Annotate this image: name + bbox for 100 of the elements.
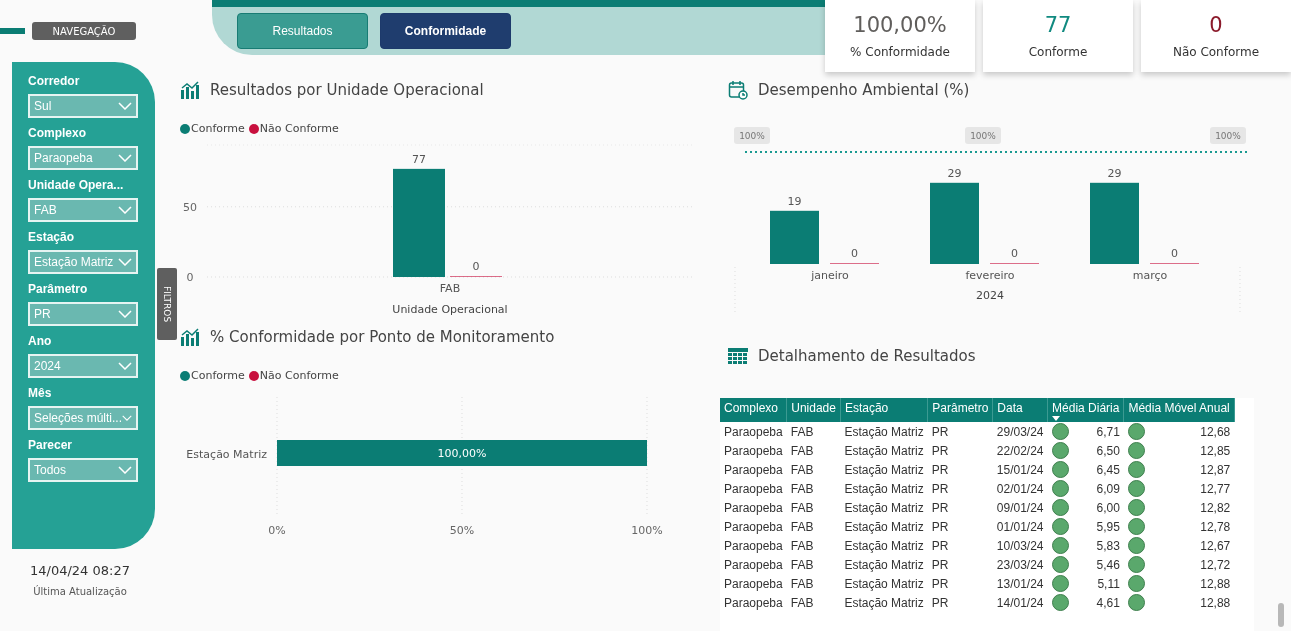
status-dot-icon xyxy=(1127,461,1145,478)
data-label: 29 xyxy=(1107,166,1122,180)
filter-label: Corredor xyxy=(28,74,81,88)
data-label: 29 xyxy=(947,166,962,180)
axis-label: 50 xyxy=(183,200,197,214)
table-cell: 5,11 xyxy=(1097,576,1120,591)
table-cell-text: FAB xyxy=(789,518,815,536)
annotation-label: 100% xyxy=(965,127,1001,144)
table-cell-text: FAB xyxy=(789,499,815,517)
status-dot-icon xyxy=(1051,518,1069,535)
data-label: 0 xyxy=(472,260,480,274)
bar-chart-icon xyxy=(180,328,200,346)
chevron-down-icon xyxy=(118,362,132,370)
filter-label: Parecer xyxy=(28,438,74,452)
kpi-value: 100,00% xyxy=(853,13,947,37)
chevron-down-icon xyxy=(118,466,132,474)
table-cell-text: Paraopeba xyxy=(723,499,784,517)
filter-label: Unidade Opera... xyxy=(28,178,125,192)
page-tab[interactable]: Conformidade xyxy=(380,13,511,49)
table-cell: 5,95 xyxy=(1096,519,1120,534)
chevron-down-icon xyxy=(118,258,132,266)
legend-dot xyxy=(180,123,190,134)
table-cell-text: Estação Matriz xyxy=(843,461,925,479)
chart-title: Desempenho Ambiental (%) xyxy=(758,81,970,99)
table-cell: 12,82 xyxy=(1200,500,1231,515)
table-cell-text: FAB xyxy=(789,461,815,479)
data-label: 0 xyxy=(851,247,858,261)
accent-bar xyxy=(0,28,25,34)
last-update-label: Última Atualização xyxy=(33,586,127,597)
table-cell-text: Paraopeba xyxy=(723,537,784,555)
table-cell-text: Estação Matriz xyxy=(843,480,925,498)
table-cell-text: Estação Matriz xyxy=(843,518,925,536)
table-icon xyxy=(728,348,748,364)
table-cell-text: 23/03/24 xyxy=(995,556,1045,574)
page-tab[interactable]: Resultados xyxy=(237,13,368,49)
table-cell: 12,87 xyxy=(1200,462,1231,477)
table-cell-text: FAB xyxy=(789,442,815,460)
table-cell-text: PR xyxy=(930,575,950,593)
table-title: Detalhamento de Resultados xyxy=(758,347,976,365)
category-label: fevereiro xyxy=(965,269,1015,282)
status-dot-icon xyxy=(1127,499,1145,516)
filter-label: Complexo xyxy=(28,126,87,140)
table-cell-text: Paraopeba xyxy=(723,461,784,479)
table-cell-text: 02/01/24 xyxy=(995,480,1045,498)
table-cell-text: PR xyxy=(930,499,950,517)
table-cell-text: Paraopeba xyxy=(723,480,784,498)
table-cell-text: Estação Matriz xyxy=(843,442,925,460)
table-cell: 29/03/24 xyxy=(992,422,1048,441)
legend-label: Conforme xyxy=(191,369,245,382)
column-header[interactable]: Média Diária xyxy=(1047,398,1124,422)
table-cell-text: 09/01/24 xyxy=(995,499,1045,517)
table-cell-text: FAB xyxy=(789,594,815,612)
column-header[interactable]: Unidade xyxy=(786,398,841,422)
table-cell-text: Paraopeba xyxy=(723,575,784,593)
table-cell-text: PR xyxy=(930,480,950,498)
table-cell: 12,88 xyxy=(1200,576,1231,591)
kpi-value: 0 xyxy=(1209,13,1223,37)
legend-label: Conforme xyxy=(191,122,245,135)
column-header[interactable]: Data xyxy=(992,398,1048,422)
table-cell: 12,78 xyxy=(1200,519,1231,534)
column-header[interactable]: Complexo xyxy=(720,398,787,422)
table-cell: 12,88 xyxy=(1200,595,1231,610)
status-dot-icon xyxy=(1051,423,1069,440)
status-dot-icon xyxy=(1127,442,1145,459)
annotation-label: 100% xyxy=(1210,127,1246,144)
table-cell-text: 01/01/24 xyxy=(995,518,1045,536)
table-cell-text: Estação Matriz xyxy=(843,499,925,517)
table-cell: PR xyxy=(927,422,993,441)
sort-arrow-icon xyxy=(1052,416,1061,421)
table-cell-text: Estação Matriz xyxy=(843,537,925,555)
status-dot-icon xyxy=(1051,499,1069,516)
data-label: 77 xyxy=(412,152,426,166)
axis-label: 0% xyxy=(268,524,286,537)
status-dot-icon xyxy=(1051,594,1069,611)
table-cell-text: FAB xyxy=(789,556,815,574)
column-header[interactable]: Estação xyxy=(840,398,928,422)
status-dot-icon xyxy=(1051,556,1069,573)
table-cell-text: 14/01/24 xyxy=(995,594,1045,612)
navigation-button[interactable]: NAVEGAÇÃO xyxy=(32,22,136,40)
filters-tab[interactable]: FILTROS xyxy=(157,268,177,340)
table-cell-text: 10/03/24 xyxy=(995,537,1045,555)
table-cell-text: FAB xyxy=(789,575,815,593)
column-header[interactable]: Média Móvel Anual xyxy=(1123,398,1235,422)
status-dot-icon xyxy=(1127,594,1145,611)
scrollbar[interactable] xyxy=(1278,603,1284,627)
data-label: 100,00% xyxy=(437,447,487,460)
column-header[interactable]: Parâmetro xyxy=(927,398,993,422)
status-dot-icon xyxy=(1127,537,1145,554)
category-label: março xyxy=(1132,269,1168,282)
status-dot-icon xyxy=(1127,556,1145,573)
data-label: 0 xyxy=(1011,247,1018,261)
axis-label: 100% xyxy=(631,524,663,537)
data-label: 19 xyxy=(787,194,802,208)
chevron-down-icon xyxy=(122,414,132,422)
bar xyxy=(770,210,819,264)
table-cell-text: FAB xyxy=(789,537,815,555)
table-cell-text: Estação Matriz xyxy=(843,594,925,612)
table-cell: 5,83 xyxy=(1096,538,1120,553)
table-cell: Paraopeba xyxy=(720,422,787,441)
status-dot-icon xyxy=(1127,575,1145,592)
